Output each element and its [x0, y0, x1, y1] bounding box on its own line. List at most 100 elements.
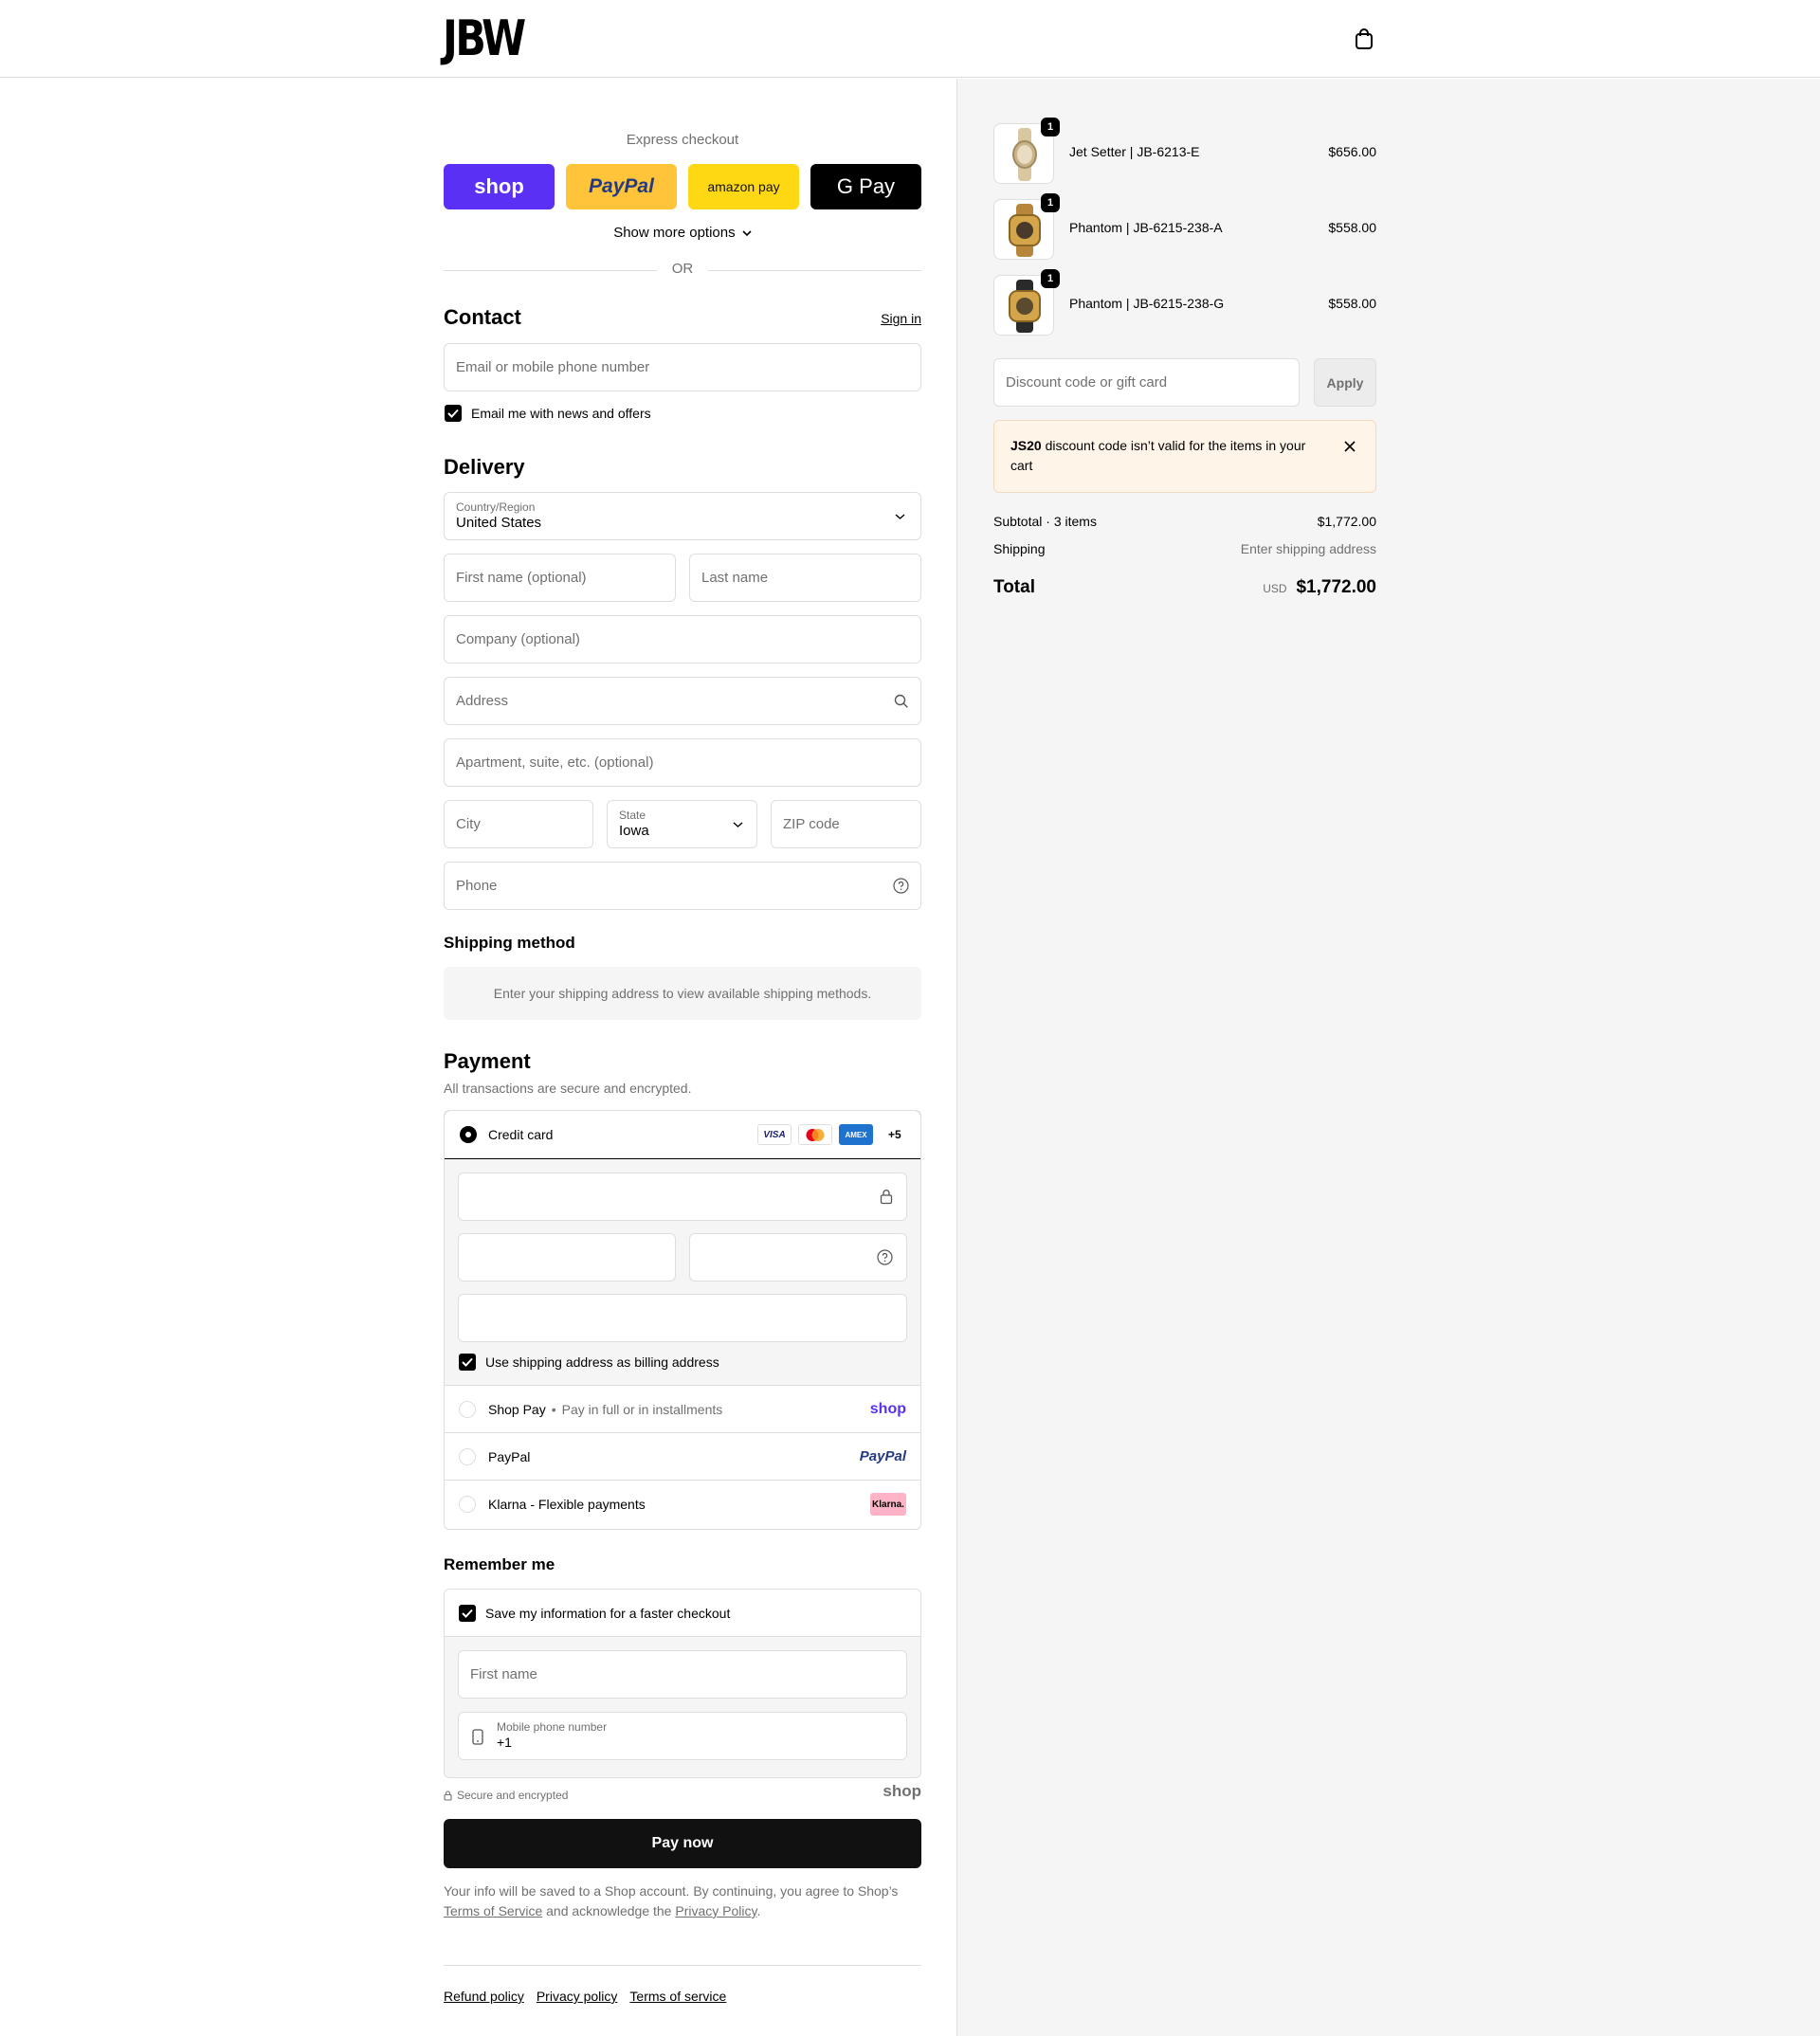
chevron-down-icon — [742, 230, 752, 237]
remember-first-name-field[interactable] — [458, 1650, 907, 1699]
shopping-bag-icon[interactable] — [1352, 27, 1376, 51]
subtotal-row: Subtotal · 3 items $1,772.00 — [993, 514, 1376, 529]
secure-label: Secure and encrypted — [457, 1789, 569, 1802]
amazon-pay-button[interactable]: amazon pay — [688, 164, 799, 209]
checkbox-checked-icon[interactable] — [459, 1604, 476, 1622]
shipping-method-title: Shipping method — [444, 934, 575, 952]
discount-code-input[interactable] — [1006, 374, 1287, 391]
item-name: Jet Setter | JB-6213-E — [1069, 144, 1200, 159]
refund-policy-link[interactable]: Refund policy — [444, 1989, 524, 2004]
city-input[interactable] — [456, 816, 581, 832]
news-offers-checkbox-row[interactable]: Email me with news and offers — [445, 405, 651, 422]
shop-logo: shop — [474, 174, 524, 198]
mobile-phone-field[interactable]: Mobile phone number +1 — [458, 1712, 907, 1760]
checkbox-checked-icon[interactable] — [459, 1354, 476, 1371]
billing-address-checkbox-row[interactable]: Use shipping address as billing address — [459, 1354, 719, 1371]
google-pay-logo: G Pay — [836, 174, 896, 198]
terms-of-service-link[interactable]: Terms of service — [629, 1989, 726, 2004]
email-field[interactable] — [444, 343, 921, 391]
shipping-methods-placeholder: Enter your shipping address to view avai… — [444, 967, 921, 1020]
legal-text-part: Your info will be saved to a Shop accoun… — [444, 1883, 899, 1899]
shop-logo: shop — [869, 1400, 906, 1417]
shop-terms-link[interactable]: Terms of Service — [444, 1903, 542, 1918]
chevron-down-icon — [895, 514, 905, 519]
help-circle-icon[interactable] — [877, 1249, 893, 1265]
zip-field[interactable] — [771, 800, 921, 848]
name-on-card-field[interactable] — [458, 1294, 907, 1342]
shop-pay-button[interactable]: shop — [444, 164, 555, 209]
or-label: OR — [671, 261, 694, 277]
apartment-field[interactable] — [444, 738, 921, 787]
delivery-title: Delivery — [444, 455, 525, 479]
lock-icon — [880, 1190, 893, 1205]
credit-card-label: Credit card — [488, 1127, 554, 1142]
address-input[interactable] — [456, 693, 894, 709]
country-label: Country/Region — [456, 500, 536, 514]
security-code-field[interactable] — [689, 1233, 907, 1282]
billing-address-label: Use shipping address as billing address — [485, 1354, 719, 1370]
paypal-logo: PayPal — [589, 175, 654, 197]
total-label: Total — [993, 577, 1035, 597]
discount-code-field[interactable] — [993, 358, 1300, 407]
radio-unselected-icon[interactable] — [459, 1447, 476, 1465]
remember-me-title: Remember me — [444, 1555, 555, 1573]
save-info-checkbox-row[interactable]: Save my information for a faster checkou… — [445, 1590, 920, 1637]
item-name: Phantom | JB-6215-238-A — [1069, 220, 1223, 235]
shop-logo: shop — [883, 1782, 921, 1800]
company-input[interactable] — [456, 631, 909, 647]
radio-selected-icon[interactable] — [460, 1126, 477, 1143]
state-select[interactable]: State Iowa — [607, 800, 757, 848]
expiration-date-field[interactable] — [458, 1233, 676, 1282]
or-divider: OR — [444, 261, 921, 280]
klarna-option[interactable]: Klarna - Flexible payments Klarna. — [445, 1481, 920, 1528]
visa-icon: VISA — [757, 1124, 792, 1145]
zip-input[interactable] — [783, 816, 909, 832]
shipping-row: Shipping Enter shipping address — [993, 541, 1376, 556]
cart-item: 1 Phantom | JB-6215-238-G $558.00 — [993, 269, 1376, 336]
email-input[interactable] — [456, 359, 909, 375]
phone-field[interactable] — [444, 862, 921, 910]
radio-unselected-icon[interactable] — [459, 1496, 476, 1513]
total-value: $1,772.00 — [1296, 577, 1376, 597]
close-icon[interactable] — [1343, 440, 1356, 453]
paypal-option[interactable]: PayPal PayPal — [445, 1433, 920, 1481]
last-name-field[interactable] — [689, 554, 921, 602]
sign-in-link[interactable]: Sign in — [881, 311, 921, 326]
first-name-input[interactable] — [456, 570, 664, 586]
more-brands-count: +5 — [888, 1128, 901, 1141]
remember-first-name-input[interactable] — [470, 1666, 895, 1682]
apartment-input[interactable] — [456, 754, 909, 771]
google-pay-button[interactable]: G Pay — [810, 164, 921, 209]
card-number-field[interactable] — [458, 1173, 907, 1221]
show-more-options-link[interactable]: Show more options — [444, 225, 921, 241]
klarna-logo: Klarna. — [870, 1493, 906, 1516]
shop-pay-option[interactable]: Shop Pay • Pay in full or in installment… — [445, 1386, 920, 1433]
search-icon — [894, 694, 908, 708]
amex-icon: AMEX — [839, 1124, 873, 1145]
jbw-logo[interactable]: JBW — [443, 11, 526, 66]
item-price: $656.00 — [1328, 144, 1376, 159]
radio-unselected-icon[interactable] — [459, 1400, 476, 1418]
mobile-phone-value: +1 — [497, 1735, 512, 1750]
apply-discount-button[interactable]: Apply — [1314, 358, 1376, 407]
paypal-button[interactable]: PayPal — [566, 164, 677, 209]
city-field[interactable] — [444, 800, 593, 848]
address-field[interactable] — [444, 677, 921, 725]
pay-now-button[interactable]: Pay now — [444, 1819, 921, 1868]
credit-card-option[interactable]: Credit card VISA AMEX +5 — [445, 1111, 920, 1159]
checkbox-checked-icon[interactable] — [445, 405, 462, 422]
shipping-message: Enter your shipping address to view avai… — [493, 986, 872, 1001]
save-info-label: Save my information for a faster checkou… — [485, 1605, 731, 1621]
header: JBW — [0, 0, 1820, 78]
shop-privacy-link[interactable]: Privacy Policy — [675, 1903, 756, 1918]
help-circle-icon[interactable] — [893, 878, 909, 894]
privacy-policy-link[interactable]: Privacy policy — [537, 1989, 618, 2004]
first-name-field[interactable] — [444, 554, 676, 602]
company-field[interactable] — [444, 615, 921, 664]
last-name-input[interactable] — [701, 570, 909, 586]
shipping-value: Enter shipping address — [1240, 541, 1376, 556]
quantity-badge: 1 — [1041, 118, 1060, 136]
phone-input[interactable] — [456, 878, 893, 894]
country-select[interactable]: Country/Region United States — [444, 492, 921, 540]
item-price: $558.00 — [1328, 220, 1376, 235]
